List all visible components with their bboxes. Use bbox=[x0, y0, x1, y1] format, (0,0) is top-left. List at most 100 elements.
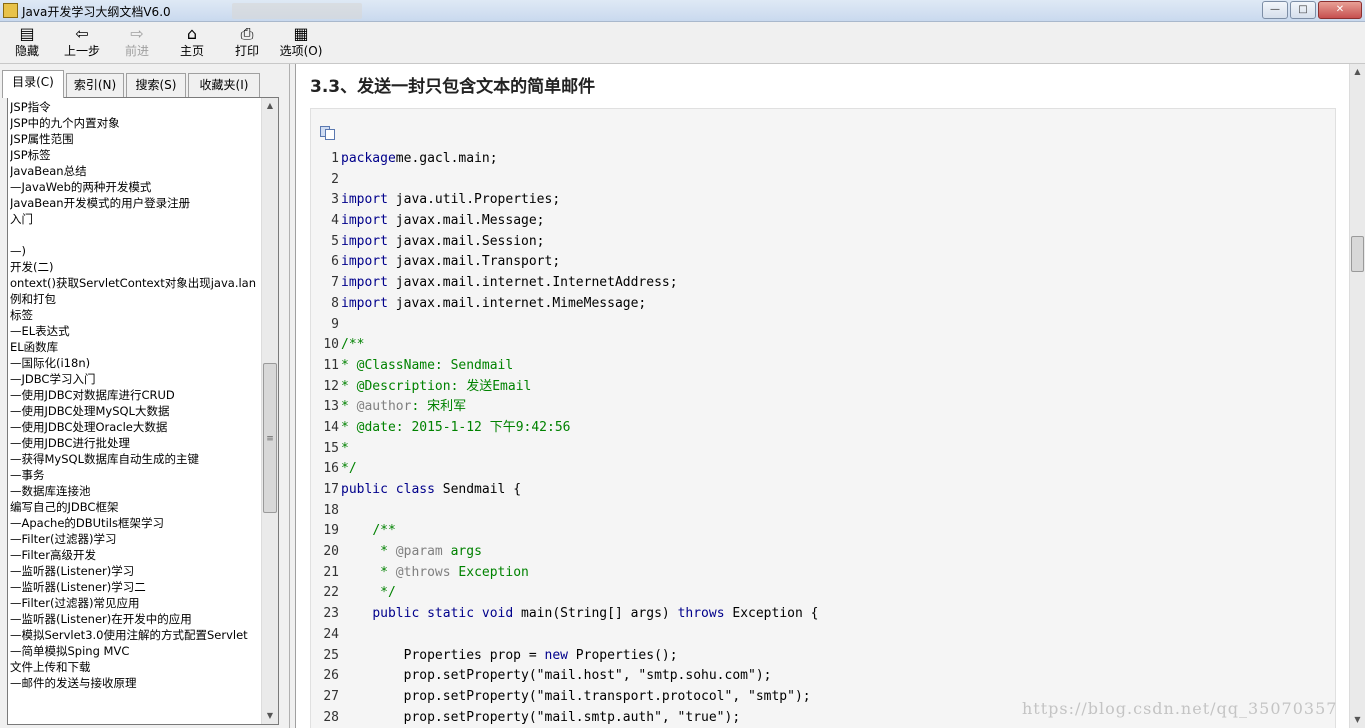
tree-item[interactable]: 文件上传和下载 bbox=[10, 659, 260, 675]
code-line: 10/** bbox=[311, 335, 1331, 356]
tree-item[interactable]: —) bbox=[10, 243, 260, 259]
options-button[interactable]: ▦ 选项(O) bbox=[278, 24, 324, 62]
tree-item[interactable]: —国际化(i18n) bbox=[10, 355, 260, 371]
tree-item[interactable]: 编写自己的JDBC框架 bbox=[10, 499, 260, 515]
line-number: 18 bbox=[323, 502, 339, 518]
line-number: 24 bbox=[323, 626, 339, 642]
code-token: prop.setProperty("mail.transport.protoco… bbox=[341, 688, 811, 704]
title-bar: Java开发学习大纲文档V6.0 — □ ✕ bbox=[0, 0, 1365, 22]
code-token: */ bbox=[380, 585, 396, 601]
contents-tree[interactable]: JSP指令 JSP中的九个内置对象 JSP属性范围 JSP标签 JavaBean总结 —J… bbox=[7, 97, 279, 725]
tree-item[interactable]: —监听器(Listener)学习 bbox=[10, 563, 260, 579]
back-button[interactable]: ⇦ 上一步 bbox=[60, 24, 104, 62]
tree-item[interactable]: ontext()获取ServletContext对象出现java.lan bbox=[10, 275, 260, 291]
tree-item[interactable]: —模拟Servlet3.0使用注解的方式配置Servlet bbox=[10, 627, 260, 643]
print-button[interactable]: ⎙ 打印 bbox=[230, 24, 264, 62]
back-label: 上一步 bbox=[63, 44, 100, 58]
home-label: 主页 bbox=[179, 44, 204, 58]
tree-item[interactable]: EL函数库 bbox=[10, 339, 260, 355]
hide-button[interactable]: ▤ 隐藏 bbox=[8, 24, 46, 62]
scroll-up-arrow-icon[interactable]: ▲ bbox=[262, 98, 278, 114]
tree-item[interactable]: —JavaWeb的两种开发模式 bbox=[10, 179, 260, 195]
tree-scroll-thumb[interactable]: ≡ bbox=[263, 363, 277, 513]
tree-item[interactable]: —简单模拟Sping MVC bbox=[10, 643, 260, 659]
tree-item[interactable] bbox=[10, 227, 260, 243]
forward-button[interactable]: ⇨ 前进 bbox=[120, 24, 154, 62]
scroll-up-arrow-icon[interactable]: ▲ bbox=[1350, 64, 1365, 80]
tree-item[interactable]: —获得MySQL数据库自动生成的主键 bbox=[10, 451, 260, 467]
tree-item[interactable]: JSP中的九个内置对象 bbox=[10, 115, 260, 131]
tree-item[interactable]: —使用JDBC处理MySQL大数据 bbox=[10, 403, 260, 419]
code-line: 4 import javax.mail.Message; bbox=[311, 211, 1331, 232]
code-token: * @ClassName: Sendmail bbox=[341, 357, 514, 373]
forward-label: 前进 bbox=[124, 44, 149, 58]
code-line: 23 public static void main(String[] args… bbox=[311, 604, 1331, 625]
tab-search[interactable]: 搜索(S) bbox=[126, 73, 186, 97]
tree-item[interactable]: —JDBC学习入门 bbox=[10, 371, 260, 387]
scroll-down-arrow-icon[interactable]: ▼ bbox=[262, 708, 278, 724]
code-token: java.util.Properties; bbox=[387, 192, 561, 208]
code-token: javax.mail.Transport; bbox=[387, 254, 561, 270]
scroll-down-arrow-icon[interactable]: ▼ bbox=[1350, 712, 1365, 728]
tab-index[interactable]: 索引(N) bbox=[66, 73, 124, 97]
tree-item[interactable]: —Filter(过滤器)学习 bbox=[10, 531, 260, 547]
code-text: * bbox=[341, 439, 349, 460]
line-number: 20 bbox=[323, 544, 339, 560]
tree-item[interactable]: JavaBean总结 bbox=[10, 163, 260, 179]
code-text: * @ClassName: Sendmail bbox=[341, 356, 513, 377]
copy-code-icon[interactable] bbox=[320, 126, 336, 140]
tree-item[interactable]: —Filter高级开发 bbox=[10, 547, 260, 563]
code-text: */ bbox=[341, 459, 357, 480]
code-token: javax.mail.Session; bbox=[387, 233, 545, 249]
tree-item[interactable]: 标签 bbox=[10, 307, 260, 323]
code-token: import bbox=[341, 233, 388, 249]
tree-item[interactable]: —监听器(Listener)在开发中的应用 bbox=[10, 611, 260, 627]
line-number: 9 bbox=[331, 316, 339, 332]
code-token: args bbox=[442, 544, 482, 560]
tree-item[interactable]: JSP标签 bbox=[10, 147, 260, 163]
line-number: 17 bbox=[323, 482, 339, 497]
code-text: import javax.mail.Session; bbox=[341, 232, 545, 253]
code-token: : 宋利军 bbox=[411, 399, 467, 415]
tree-item[interactable]: 开发(二) bbox=[10, 259, 260, 275]
tree-item[interactable]: —事务 bbox=[10, 467, 260, 483]
line-number: 8 bbox=[331, 295, 339, 311]
content-scrollbar[interactable]: ▲ ▼ bbox=[1349, 64, 1365, 728]
close-button[interactable]: ✕ bbox=[1318, 1, 1362, 19]
tree-item[interactable]: 入门 bbox=[10, 211, 260, 227]
tree-item[interactable]: —监听器(Listener)学习二 bbox=[10, 579, 260, 595]
tree-item[interactable]: JavaBean开发模式的用户登录注册 bbox=[10, 195, 260, 211]
tree-item[interactable]: —使用JDBC处理Oracle大数据 bbox=[10, 419, 260, 435]
line-number: 28 bbox=[323, 709, 339, 725]
code-token: * @Description: 发送Email bbox=[341, 378, 532, 394]
line-number: 4 bbox=[331, 213, 339, 229]
code-text: * @Description: 发送Email bbox=[341, 377, 531, 398]
tree-item[interactable]: —使用JDBC对数据库进行CRUD bbox=[10, 387, 260, 403]
code-line: 18 bbox=[311, 501, 1331, 522]
content-scroll-thumb[interactable] bbox=[1351, 236, 1364, 272]
tree-item[interactable]: —Filter(过滤器)常见应用 bbox=[10, 595, 260, 611]
code-text: * @author: 宋利军 bbox=[341, 397, 466, 418]
watermark: https://blog.csdn.net/qq_35070357 bbox=[1022, 699, 1338, 718]
tree-item[interactable]: JSP属性范围 bbox=[10, 131, 260, 147]
tree-item[interactable]: —数据库连接池 bbox=[10, 483, 260, 499]
minimize-button[interactable]: — bbox=[1262, 1, 1288, 19]
tab-contents[interactable]: 目录(C) bbox=[2, 70, 64, 98]
tree-item[interactable]: —EL表达式 bbox=[10, 323, 260, 339]
tree-item[interactable]: 例和打包 bbox=[10, 291, 260, 307]
tree-item[interactable]: —邮件的发送与接收原理 bbox=[10, 675, 260, 691]
tree-item[interactable]: —使用JDBC进行批处理 bbox=[10, 435, 260, 451]
tree-item[interactable]: —Apache的DBUtils框架学习 bbox=[10, 515, 260, 531]
code-line: 14 * @date: 2015-1-12 下午9:42:56 bbox=[311, 418, 1331, 439]
code-text: */ bbox=[341, 583, 396, 604]
code-line: 3 import java.util.Properties; bbox=[311, 190, 1331, 211]
tree-scrollbar[interactable]: ▲ ≡ ▼ bbox=[261, 98, 278, 724]
tab-favorites[interactable]: 收藏夹(I) bbox=[188, 73, 260, 97]
code-block: 1 packageme.gacl.main; 2 3 import java.util.… bbox=[310, 108, 1336, 728]
code-token: * bbox=[341, 399, 357, 415]
home-button[interactable]: ⌂ 主页 bbox=[175, 24, 209, 62]
maximize-button[interactable]: □ bbox=[1290, 1, 1316, 19]
tree-item[interactable]: JSP指令 bbox=[10, 99, 260, 115]
